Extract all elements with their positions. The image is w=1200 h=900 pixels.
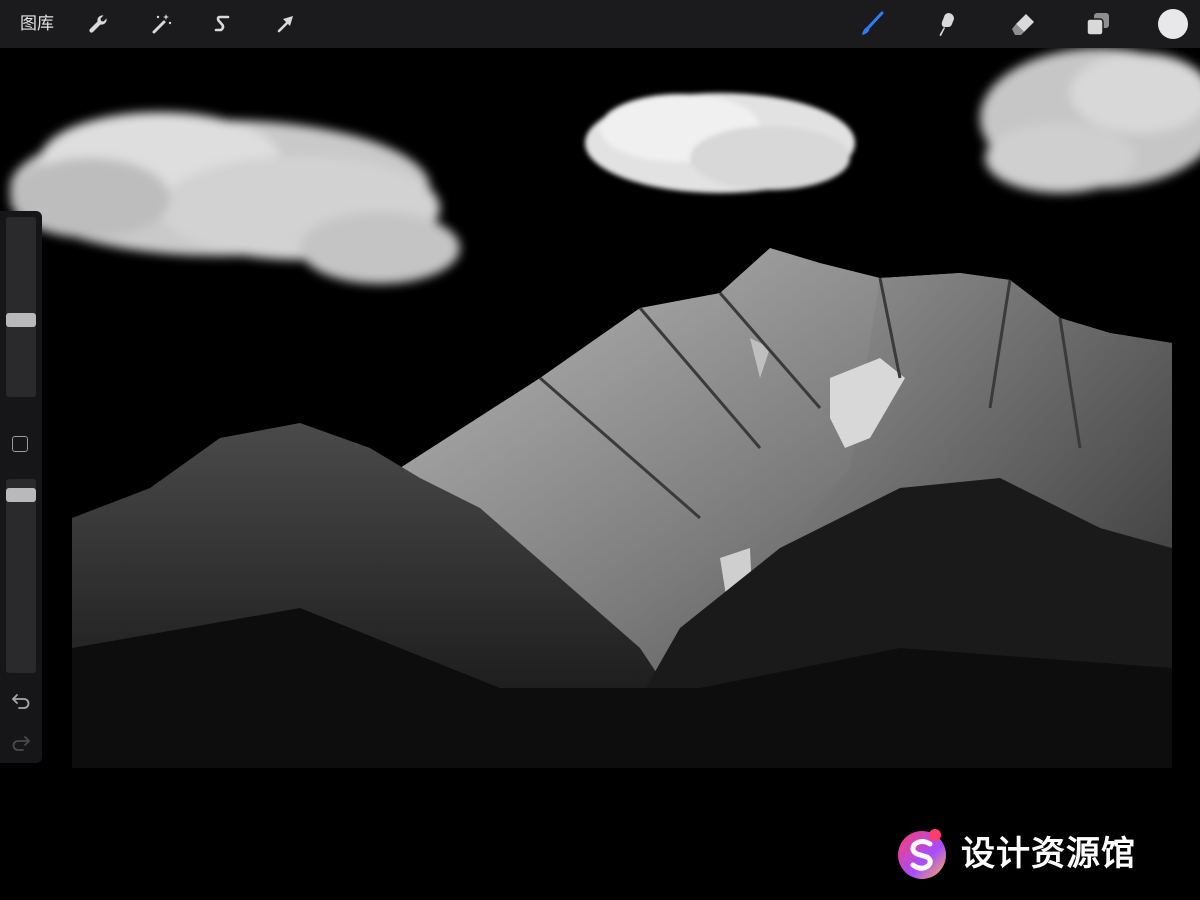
selection-s-icon[interactable] [207, 8, 239, 40]
canvas-artwork [10, 48, 1200, 768]
drawing-canvas[interactable] [0, 48, 1200, 900]
watermark-logo [898, 829, 946, 879]
magic-wand-icon[interactable] [145, 8, 177, 40]
brush-size-thumb[interactable] [6, 313, 36, 327]
gallery-button[interactable]: 图库 [20, 13, 54, 35]
square-modifier-icon[interactable] [12, 436, 28, 452]
watermark-text: 设计资源馆 [961, 834, 1136, 874]
top-toolbar: 图库 [0, 0, 1200, 48]
eraser-icon[interactable] [1007, 8, 1039, 40]
wrench-icon[interactable] [82, 8, 114, 40]
brush-icon[interactable] [856, 8, 888, 40]
color-circle[interactable] [1158, 9, 1188, 39]
undo-arrow-icon[interactable] [10, 689, 32, 711]
brush-size-slider[interactable] [6, 217, 36, 397]
cloud-right [980, 48, 1200, 193]
smudge-finger-icon[interactable] [930, 8, 962, 40]
redo-arrow-icon[interactable] [10, 731, 32, 753]
layers-icon[interactable] [1082, 8, 1114, 40]
cloud-center [585, 93, 855, 193]
procreate-app: 图库 设计资源馆 [0, 0, 1200, 900]
mountain-image [72, 248, 1172, 768]
watermark: 设计资源馆 [895, 826, 1185, 880]
opacity-slider[interactable] [6, 479, 36, 673]
opacity-thumb[interactable] [6, 488, 36, 502]
arrow-cursor-icon[interactable] [269, 8, 301, 40]
cloud-left [10, 112, 460, 284]
left-sidebar [0, 211, 42, 763]
